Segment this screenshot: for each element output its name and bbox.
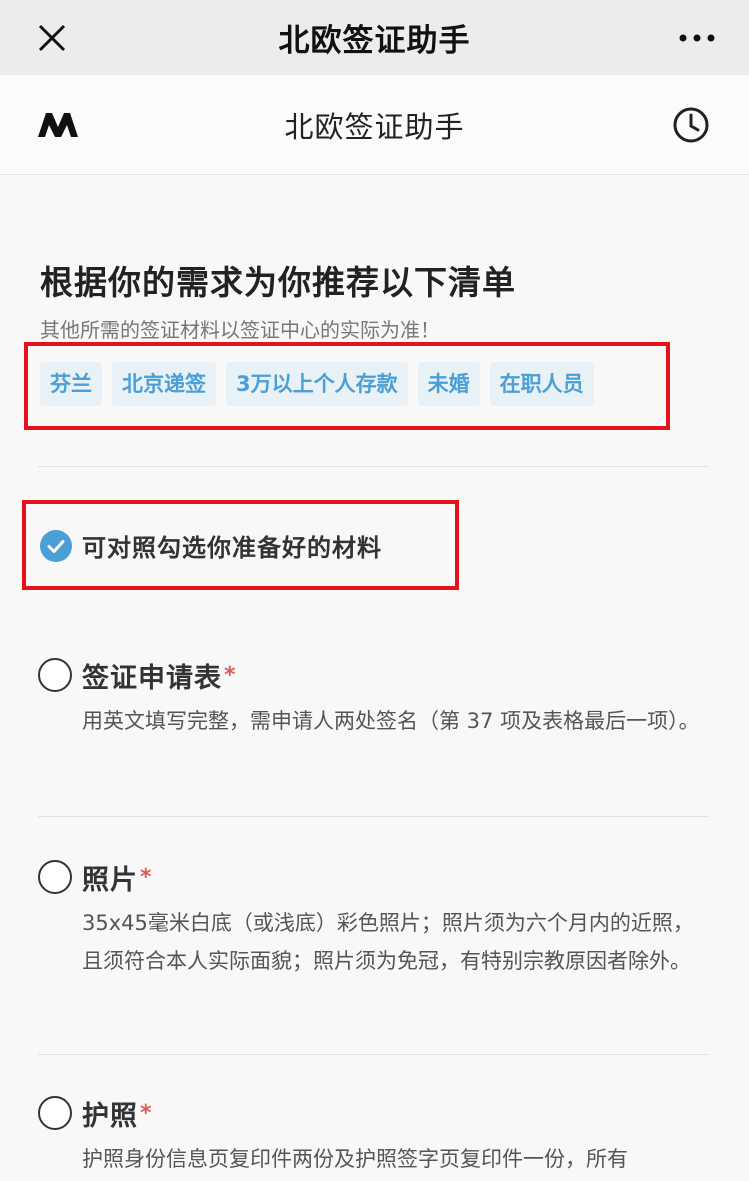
- mafengwo-logo-icon[interactable]: [36, 107, 80, 143]
- item-checkbox[interactable]: [38, 1096, 72, 1130]
- divider: [38, 466, 709, 467]
- check-circle-icon: [40, 529, 72, 562]
- item-description: 35x45毫米白底（或浅底）彩色照片；照片须为六个月内的近照，且须符合本人实际面…: [82, 911, 694, 973]
- close-icon[interactable]: [30, 16, 74, 60]
- item-title: 照片: [82, 864, 138, 896]
- recommend-subtitle: 其他所需的签证材料以签证中心的实际为准！: [40, 318, 440, 342]
- item-title: 护照: [82, 1100, 138, 1132]
- item-checkbox[interactable]: [38, 658, 72, 692]
- more-icon[interactable]: [675, 16, 719, 60]
- required-mark: *: [224, 662, 236, 688]
- checklist-item-header: 照片 *: [38, 858, 718, 896]
- item-description: 护照身份信息页复印件两份及护照签字页复印件一份，所有: [82, 1147, 628, 1171]
- tag-employed[interactable]: 在职人员: [489, 362, 594, 406]
- clock-icon[interactable]: [671, 105, 711, 145]
- tag-list: 芬兰 北京递签 3万以上个人存款 未婚 在职人员: [40, 362, 594, 406]
- wechat-title-bar: 北欧签证助手: [0, 0, 749, 75]
- checklist-item-header: 护照 *: [38, 1094, 718, 1132]
- app-title: 北欧签证助手: [284, 109, 465, 144]
- app-header: 北欧签证助手: [0, 75, 749, 175]
- hint-text: 可对照勾选你准备好的材料: [82, 534, 382, 562]
- item-checkbox[interactable]: [38, 860, 72, 894]
- required-mark: *: [140, 1100, 152, 1126]
- item-description: 用英文填写完整，需申请人两处签名（第 37 项及表格最后一项）。: [82, 709, 700, 733]
- checklist-item: 护照 * 护照身份信息页复印件两份及护照签字页复印件一份，所有: [38, 1094, 718, 1178]
- divider: [38, 816, 709, 817]
- wechat-title: 北欧签证助手: [278, 23, 471, 59]
- tag-savings[interactable]: 3万以上个人存款: [226, 362, 408, 406]
- checklist-item: 签证申请表 * 用英文填写完整，需申请人两处签名（第 37 项及表格最后一项）。: [38, 656, 718, 740]
- divider: [38, 1054, 709, 1055]
- required-mark: *: [140, 864, 152, 890]
- recommend-title: 根据你的需求为你推荐以下清单: [40, 263, 516, 302]
- tag-unmarried[interactable]: 未婚: [417, 362, 480, 406]
- tag-beijing[interactable]: 北京递签: [112, 362, 216, 406]
- checklist-item-header: 签证申请表 *: [38, 656, 718, 694]
- item-title: 签证申请表: [82, 662, 222, 694]
- tag-finland[interactable]: 芬兰: [40, 362, 102, 406]
- checklist-item: 照片 * 35x45毫米白底（或浅底）彩色照片；照片须为六个月内的近照，且须符合…: [38, 858, 718, 980]
- checklist-hint: 可对照勾选你准备好的材料: [40, 528, 382, 563]
